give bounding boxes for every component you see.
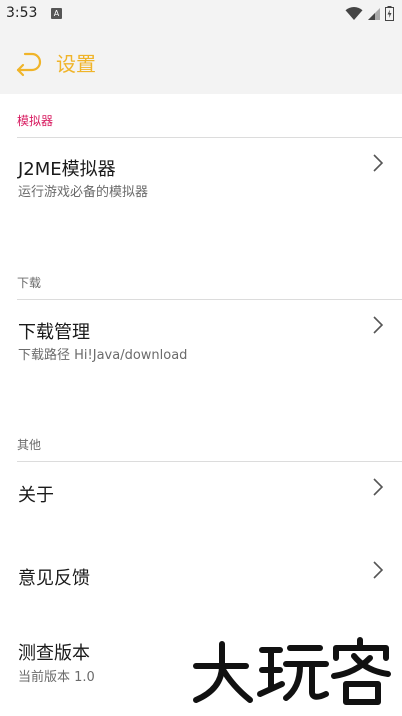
settings-item-title: 下载管理: [18, 322, 90, 343]
notification-icon: A: [51, 8, 62, 19]
status-time: 3:53: [6, 5, 38, 21]
watermark-logo: [193, 637, 391, 705]
settings-item-title: J2ME模拟器: [18, 159, 116, 180]
settings-item-title: 关于: [18, 485, 54, 506]
settings-item-about[interactable]: 关于: [0, 462, 402, 538]
status-icons: [345, 6, 394, 21]
section-header-emulator: 模拟器: [17, 114, 54, 128]
settings-item-title: 测查版本: [18, 643, 90, 664]
chevron-right-icon: [373, 561, 384, 579]
battery-charging-icon: [385, 6, 394, 21]
chevron-right-icon: [373, 154, 384, 172]
settings-item-download-manager[interactable]: 下载管理 下载路径 Hi!Java/download: [0, 300, 402, 390]
settings-item-feedback[interactable]: 意见反馈: [0, 538, 402, 622]
page-title: 设置: [56, 52, 96, 76]
signal-icon: [368, 7, 380, 20]
settings-item-subtitle: 下载路径 Hi!Java/download: [18, 348, 188, 363]
wifi-icon: [345, 6, 363, 20]
settings-item-subtitle: 运行游戏必备的模拟器: [18, 185, 149, 200]
chevron-right-icon: [373, 316, 384, 334]
settings-item-j2me-emulator[interactable]: J2ME模拟器 运行游戏必备的模拟器: [0, 138, 402, 228]
status-bar: 3:53 A: [0, 0, 402, 28]
back-button[interactable]: [12, 46, 44, 78]
back-arrow-icon: [16, 52, 42, 77]
settings-item-title: 意见反馈: [18, 568, 90, 589]
app-bar: 设置: [0, 28, 402, 94]
section-header-download: 下载: [17, 276, 42, 290]
settings-item-subtitle: 当前版本 1.0: [18, 670, 95, 685]
chevron-right-icon: [373, 478, 384, 496]
section-header-other: 其他: [17, 438, 42, 452]
